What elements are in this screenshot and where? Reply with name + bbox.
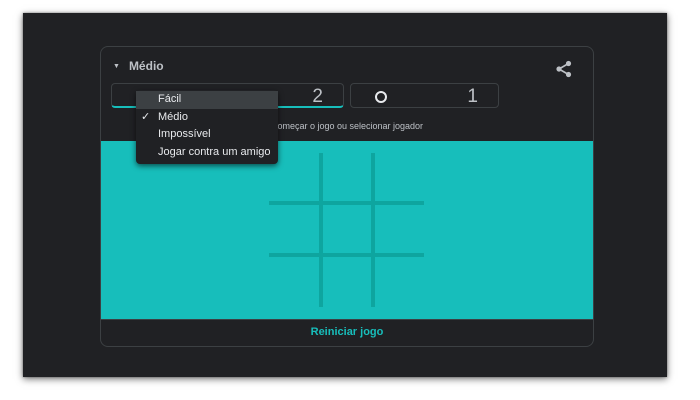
player-x-score: 2 [312, 86, 323, 107]
grid-line-vertical-right [371, 153, 375, 307]
difficulty-menu: Fácil ✓ Médio Impossível Jogar contra um… [136, 90, 278, 164]
restart-button[interactable]: Reiniciar jogo [101, 319, 593, 346]
game-window: ▼ Médio 2 1 Começar o jogo ou selecionar… [23, 13, 667, 377]
menu-item-medio[interactable]: ✓ Médio [136, 109, 278, 127]
menu-item-impossivel[interactable]: Impossível [136, 126, 278, 144]
difficulty-selected-label: Médio [128, 59, 164, 73]
menu-item-label: Médio [158, 110, 188, 123]
page: ▼ Médio 2 1 Começar o jogo ou selecionar… [0, 0, 700, 400]
difficulty-dropdown[interactable]: ▼ Médio [113, 57, 164, 75]
o-mark-icon [375, 91, 387, 103]
menu-item-jogar-contra-amigo[interactable]: Jogar contra um amigo [136, 144, 278, 162]
caret-down-icon: ▼ [113, 62, 120, 70]
menu-item-label: Fácil [158, 93, 182, 105]
menu-item-label: Impossível [158, 128, 211, 140]
menu-item-facil[interactable]: Fácil [136, 91, 278, 109]
player-o-score-box[interactable]: 1 [350, 83, 499, 108]
check-icon: ✓ [141, 110, 151, 123]
player-o-score: 1 [467, 86, 478, 107]
share-icon[interactable] [554, 59, 574, 79]
game-board[interactable] [101, 141, 593, 319]
grid-line-horizontal-top [269, 201, 424, 205]
grid-line-horizontal-bottom [269, 253, 424, 257]
menu-item-label: Jogar contra um amigo [158, 145, 271, 158]
grid-line-vertical-left [319, 153, 323, 307]
